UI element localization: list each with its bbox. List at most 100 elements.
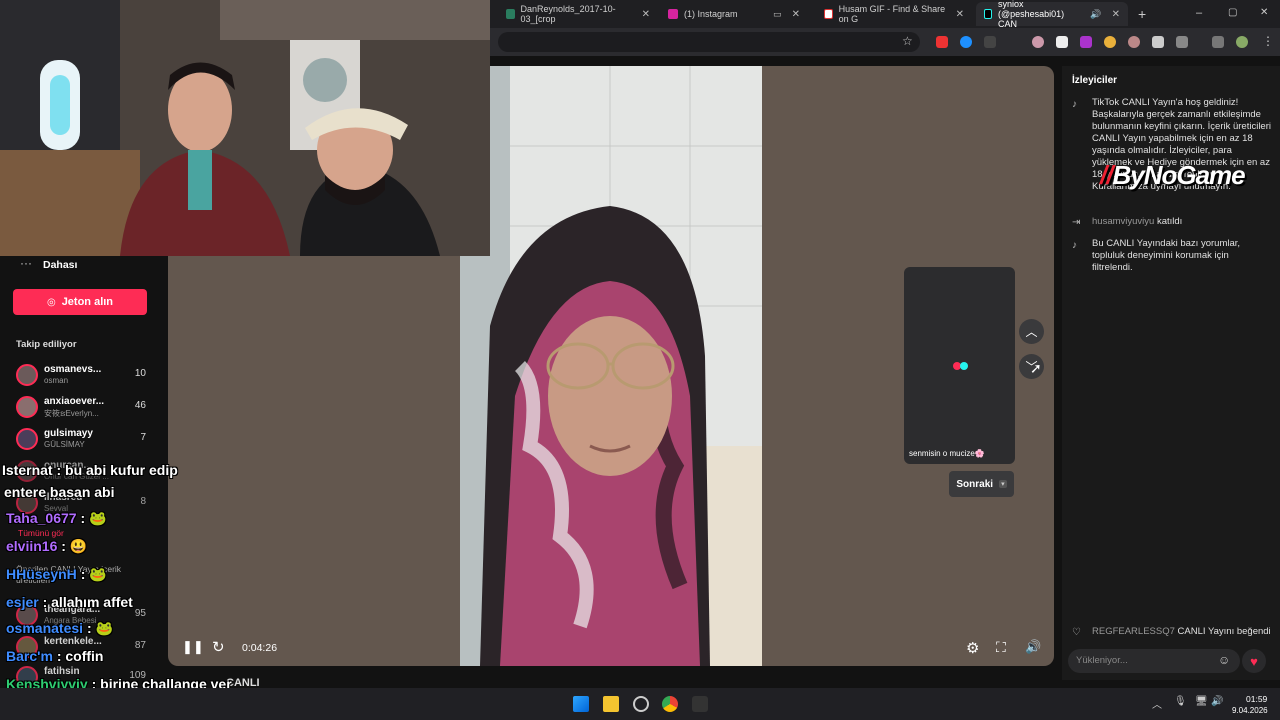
- tab-label: DanReynolds_2017-10-03_[crop: [520, 4, 616, 24]
- next-label: Sonraki: [956, 478, 994, 490]
- new-tab-button[interactable]: +: [1138, 6, 1146, 22]
- get-coins-label: Jeton alın: [61, 296, 114, 308]
- close-window-button[interactable]: ✕: [1260, 7, 1268, 18]
- mouse-cursor-icon: ➚: [1030, 360, 1042, 376]
- chat-user: Taha_0677: [6, 510, 77, 526]
- webcam-overlay: [0, 0, 490, 256]
- emoji-icon[interactable]: ☺: [1218, 653, 1230, 667]
- tab-search-icon[interactable]: [1212, 36, 1224, 48]
- avatar: [16, 428, 38, 450]
- user-name: osmanevs...: [44, 364, 102, 375]
- mic-icon[interactable]: 🎙: [1174, 696, 1187, 707]
- join-icon: ⇥: [1072, 217, 1081, 228]
- watermark-slash-icon: //: [1100, 160, 1113, 190]
- extension-icon[interactable]: [1128, 36, 1140, 48]
- adblock-icon[interactable]: [936, 36, 948, 48]
- following-item[interactable]: gulsimayy GÜLSİMAY 7: [16, 426, 156, 454]
- app-icon[interactable]: [692, 696, 708, 712]
- obs-icon[interactable]: [633, 696, 649, 712]
- extension-icon[interactable]: [960, 36, 972, 48]
- following-item[interactable]: anxiaoever... 安筱ຮEverlyn... 46: [16, 394, 156, 422]
- windows-taskbar: ︿ 🎙 🖥 🔊 01:59 9.04.2026: [0, 688, 1280, 720]
- tiktok-icon: ♪: [1072, 99, 1077, 110]
- overlay-chat: Isternat : bu abi kufur edip entere basa…: [0, 458, 300, 720]
- stream-scene-image: [460, 66, 762, 666]
- chat-text: :: [80, 566, 86, 582]
- tab-favicon-icon: [506, 9, 515, 19]
- get-coins-button[interactable]: ◎ Jeton alın: [13, 289, 147, 315]
- more-label[interactable]: Dahası: [43, 259, 77, 271]
- settings-gear-icon[interactable]: ⚙: [966, 639, 979, 657]
- pause-button[interactable]: ❚❚: [182, 639, 204, 655]
- chat-message: esjer : allahım affet: [6, 594, 133, 610]
- chat-message: Isternat : bu abi kufur edip: [2, 462, 178, 478]
- following-header: Takip ediliyor: [16, 339, 77, 350]
- like-text: CANLI Yayını beğendi: [1177, 626, 1271, 637]
- bookmark-star-icon[interactable]: ☆: [902, 34, 913, 48]
- tab-label: (1) Instagram: [684, 9, 738, 19]
- previous-stream-button[interactable]: ︿: [1019, 319, 1044, 344]
- kebab-menu-icon[interactable]: ⋮: [1262, 34, 1274, 48]
- next-stream-preview[interactable]: senmisin o mucize🌸: [904, 267, 1015, 464]
- chat-message: elviin16 : 😃: [6, 538, 87, 555]
- volume-icon[interactable]: 🔊: [1211, 696, 1223, 707]
- extension-icon[interactable]: [1056, 36, 1068, 48]
- file-explorer-icon[interactable]: [603, 696, 619, 712]
- chat-text: :: [86, 620, 92, 636]
- url-field[interactable]: [498, 32, 920, 52]
- chat-user: elviin16: [6, 538, 58, 554]
- profile-avatar-icon[interactable]: [1236, 36, 1248, 48]
- filter-note: Bu CANLI Yayındaki bazı yorumlar, toplul…: [1092, 238, 1241, 273]
- refresh-icon[interactable]: ↻: [212, 638, 225, 656]
- chat-text: : coffin: [56, 648, 104, 664]
- extension-icon[interactable]: [1032, 36, 1044, 48]
- puzzle-icon[interactable]: [1176, 36, 1188, 48]
- following-item[interactable]: osmanevs... osman 10: [16, 362, 156, 390]
- user-subname: osman: [44, 376, 69, 385]
- close-icon[interactable]: ✕: [956, 9, 964, 20]
- extension-icon[interactable]: [1080, 36, 1092, 48]
- comment-input[interactable]: Yükleniyor... ☺: [1068, 649, 1240, 673]
- gif-site-icon: [824, 9, 833, 19]
- panel-header: İzleyiciler: [1072, 75, 1118, 86]
- chat-message: entere basan abi: [4, 484, 115, 500]
- gift-button[interactable]: ♥: [1242, 649, 1266, 673]
- more-dots-icon: ···: [20, 256, 32, 270]
- close-icon[interactable]: ✕: [1112, 9, 1120, 20]
- chat-message: HHüseynH : 🐸: [6, 566, 107, 583]
- tab-label: syniox (@peshesabi01) CAN: [997, 0, 1065, 29]
- shield-icon[interactable]: [1152, 36, 1164, 48]
- chat-text: : allahım affet: [42, 594, 133, 610]
- fullscreen-icon[interactable]: ⛶: [996, 639, 1006, 656]
- chat-user: HHüseynH: [6, 566, 77, 582]
- tray-expand-icon[interactable]: ︿: [1152, 696, 1162, 711]
- chat-text: : bu abi kufur edip: [56, 462, 178, 478]
- webcam-scene-image: [0, 0, 490, 256]
- chrome-icon[interactable]: [662, 696, 678, 712]
- tab-label: Husam GIF - Find & Share on G: [838, 4, 946, 24]
- joined-user: husamviyuviyu: [1092, 216, 1155, 227]
- extension-icon[interactable]: [984, 36, 996, 48]
- next-button[interactable]: Sonraki ▾: [949, 471, 1014, 497]
- viewers-chat-panel: İzleyiciler ♪ TikTok CANLI Yayın'a hoş g…: [1062, 66, 1280, 680]
- network-icon[interactable]: 🖥: [1195, 696, 1208, 707]
- volume-icon[interactable]: 🔊: [1025, 639, 1041, 655]
- maximize-button[interactable]: ▢: [1228, 7, 1237, 18]
- tab-instagram[interactable]: (1) Instagram ▭ ✕: [660, 2, 808, 26]
- speaker-icon[interactable]: 🔊: [1090, 9, 1101, 20]
- chat-user: Isternat: [2, 462, 53, 478]
- tab-danreynolds[interactable]: DanReynolds_2017-10-03_[crop ✕: [498, 2, 658, 26]
- minimize-button[interactable]: –: [1196, 7, 1202, 19]
- chevron-down-icon: ▾: [999, 480, 1007, 488]
- preview-caption: senmisin o mucize🌸: [909, 449, 985, 458]
- close-icon[interactable]: ✕: [792, 9, 800, 20]
- frog-emote-icon: 🐸: [95, 620, 113, 636]
- tab-tiktok-live[interactable]: syniox (@peshesabi01) CAN 🔊 ✕: [976, 0, 1128, 29]
- chat-text: :: [80, 510, 86, 526]
- chat-message: Taha_0677 : 🐸: [6, 510, 106, 527]
- close-icon[interactable]: ✕: [642, 9, 650, 20]
- mute-icon[interactable]: ▭: [773, 9, 782, 20]
- windows-start-icon[interactable]: [573, 696, 589, 712]
- extension-icon[interactable]: [1104, 36, 1116, 48]
- tab-husam-gif[interactable]: Husam GIF - Find & Share on G ✕: [816, 2, 972, 26]
